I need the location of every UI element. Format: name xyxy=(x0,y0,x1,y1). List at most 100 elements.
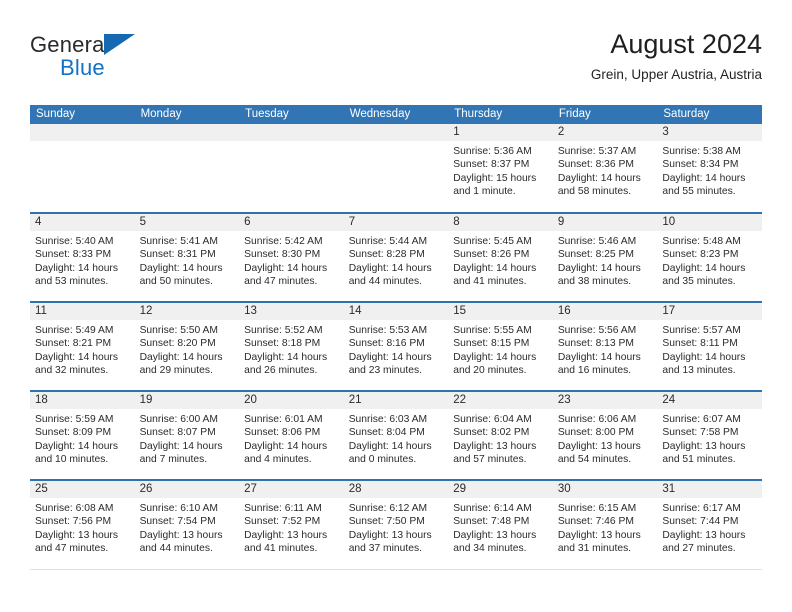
page-header: General Blue August 2024 Grein, Upper Au… xyxy=(30,28,762,92)
daylight-text: Daylight: 14 hours and 32 minutes. xyxy=(35,351,118,377)
calendar-day-cell[interactable]: 14 Sunrise: 5:53 AM Sunset: 8:16 PM Dayligh… xyxy=(343,301,449,391)
day-cell-inner: 22 Sunrise: 6:04 AM Sunset: 8:02 PM Dayligh… xyxy=(448,392,553,479)
day-details: Sunrise: 6:04 AM Sunset: 8:02 PM Daylight:… xyxy=(448,409,553,467)
day-cell-inner: 31 Sunrise: 6:17 AM Sunset: 7:44 PM Dayligh… xyxy=(657,481,762,569)
day-cell-inner: 7 Sunrise: 5:44 AM Sunset: 8:28 PM Daylight… xyxy=(343,214,449,301)
day-cell-inner: 1 Sunrise: 5:36 AM Sunset: 8:37 PM Daylight… xyxy=(448,124,553,212)
calendar-day-cell[interactable]: 2 Sunrise: 5:37 AM Sunset: 8:36 PM Daylight… xyxy=(552,124,658,213)
sunrise-text: Sunrise: 6:01 AM xyxy=(244,414,323,425)
calendar-day-cell-empty xyxy=(239,124,344,213)
day-cell-inner: 28 Sunrise: 6:12 AM Sunset: 7:50 PM Dayligh… xyxy=(343,481,449,569)
sunset-text: Sunset: 8:09 PM xyxy=(35,427,112,439)
day-cell-inner: 16 Sunrise: 5:56 AM Sunset: 8:13 PM Dayligh… xyxy=(552,303,658,390)
calendar-day-cell[interactable]: 5 Sunrise: 5:41 AM Sunset: 8:31 PM Daylight… xyxy=(134,212,240,302)
calendar-day-cell[interactable]: 13 Sunrise: 5:52 AM Sunset: 8:18 PM Dayligh… xyxy=(239,301,344,391)
calendar-day-cell[interactable]: 18 Sunrise: 5:59 AM Sunset: 8:09 PM Dayligh… xyxy=(30,390,135,480)
calendar-day-cell[interactable]: 12 Sunrise: 5:50 AM Sunset: 8:20 PM Dayligh… xyxy=(134,301,240,391)
day-number: 4 xyxy=(30,214,135,231)
page-title: August 2024 xyxy=(610,29,762,59)
triangle-flag-icon xyxy=(104,34,135,55)
daylight-text: Daylight: 14 hours and 47 minutes. xyxy=(244,262,328,288)
sunset-text: Sunset: 8:20 PM xyxy=(139,338,216,350)
sunset-text: Sunset: 7:54 PM xyxy=(139,516,216,528)
day-details: Sunrise: 6:11 AM Sunset: 7:52 PM Daylight:… xyxy=(239,498,344,556)
calendar-day-cell[interactable]: 27 Sunrise: 6:11 AM Sunset: 7:52 PM Dayligh… xyxy=(239,479,344,570)
day-cell-inner xyxy=(30,124,135,212)
calendar-day-cell[interactable]: 16 Sunrise: 5:56 AM Sunset: 8:13 PM Dayligh… xyxy=(552,301,658,391)
calendar-day-cell[interactable]: 1 Sunrise: 5:36 AM Sunset: 8:37 PM Daylight… xyxy=(448,124,553,213)
weekday-header-tuesday: Tuesday xyxy=(239,105,344,124)
calendar-day-cell[interactable]: 20 Sunrise: 6:01 AM Sunset: 8:06 PM Dayligh… xyxy=(239,390,344,480)
day-cell-inner: 6 Sunrise: 5:42 AM Sunset: 8:30 PM Daylight… xyxy=(239,214,344,301)
calendar-day-cell[interactable]: 30 Sunrise: 6:15 AM Sunset: 7:46 PM Dayligh… xyxy=(552,479,658,570)
calendar-day-cell[interactable]: 11 Sunrise: 5:49 AM Sunset: 8:21 PM Dayligh… xyxy=(30,301,135,391)
day-details: Sunrise: 6:14 AM Sunset: 7:48 PM Daylight:… xyxy=(448,498,553,556)
day-number: 11 xyxy=(30,303,135,320)
day-number: 10 xyxy=(657,214,762,231)
calendar-day-cell[interactable]: 21 Sunrise: 6:03 AM Sunset: 8:04 PM Dayligh… xyxy=(343,390,449,480)
day-number: 21 xyxy=(343,392,449,409)
sunset-text: Sunset: 8:06 PM xyxy=(244,427,321,439)
brand-logo[interactable]: General Blue xyxy=(30,32,200,88)
calendar-day-cell[interactable]: 31 Sunrise: 6:17 AM Sunset: 7:44 PM Dayligh… xyxy=(657,479,762,570)
day-number: 23 xyxy=(552,392,658,409)
calendar-day-cell[interactable]: 4 Sunrise: 5:40 AM Sunset: 8:33 PM Daylight… xyxy=(30,212,135,302)
calendar-day-cell[interactable]: 8 Sunrise: 5:45 AM Sunset: 8:26 PM Daylight… xyxy=(448,212,553,302)
calendar-day-cell[interactable]: 7 Sunrise: 5:44 AM Sunset: 8:28 PM Daylight… xyxy=(343,212,449,302)
sunrise-text: Sunrise: 6:15 AM xyxy=(557,503,637,514)
calendar-day-cell[interactable]: 9 Sunrise: 5:46 AM Sunset: 8:25 PM Daylight… xyxy=(552,212,658,302)
day-number: 25 xyxy=(30,481,135,498)
day-number: 30 xyxy=(552,481,658,498)
calendar-day-cell[interactable]: 22 Sunrise: 6:04 AM Sunset: 8:02 PM Dayligh… xyxy=(448,390,553,480)
sunrise-text: Sunrise: 5:38 AM xyxy=(662,146,741,157)
day-cell-inner: 30 Sunrise: 6:15 AM Sunset: 7:46 PM Dayligh… xyxy=(552,481,658,569)
day-cell-inner: 19 Sunrise: 6:00 AM Sunset: 8:07 PM Dayligh… xyxy=(134,392,240,479)
sunrise-text: Sunrise: 5:46 AM xyxy=(557,236,637,247)
calendar-day-cell[interactable]: 26 Sunrise: 6:10 AM Sunset: 7:54 PM Dayligh… xyxy=(134,479,240,570)
day-cell-inner: 4 Sunrise: 5:40 AM Sunset: 8:33 PM Daylight… xyxy=(30,214,135,301)
day-number: 22 xyxy=(448,392,553,409)
day-number: 3 xyxy=(657,124,762,141)
day-cell-inner: 13 Sunrise: 5:52 AM Sunset: 8:18 PM Dayligh… xyxy=(239,303,344,390)
day-details: Sunrise: 5:48 AM Sunset: 8:23 PM Daylight:… xyxy=(657,231,762,289)
sunset-text: Sunset: 8:11 PM xyxy=(662,338,738,350)
calendar-day-cell-empty xyxy=(343,124,449,213)
calendar-day-cell[interactable]: 3 Sunrise: 5:38 AM Sunset: 8:34 PM Daylight… xyxy=(657,124,762,213)
calendar-body: 1 Sunrise: 5:36 AM Sunset: 8:37 PM Daylight… xyxy=(30,124,762,570)
sunset-text: Sunset: 7:44 PM xyxy=(662,516,739,528)
calendar-day-cell[interactable]: 28 Sunrise: 6:12 AM Sunset: 7:50 PM Dayligh… xyxy=(343,479,449,570)
sunset-text: Sunset: 8:13 PM xyxy=(557,338,634,350)
sunrise-text: Sunrise: 5:44 AM xyxy=(348,236,428,247)
calendar-day-cell[interactable]: 24 Sunrise: 6:07 AM Sunset: 7:58 PM Dayligh… xyxy=(657,390,762,480)
daylight-text: Daylight: 14 hours and 41 minutes. xyxy=(453,262,537,288)
calendar-day-cell[interactable]: 17 Sunrise: 5:57 AM Sunset: 8:11 PM Dayligh… xyxy=(657,301,762,391)
calendar-day-cell[interactable]: 19 Sunrise: 6:00 AM Sunset: 8:07 PM Dayligh… xyxy=(134,390,240,480)
calendar-day-cell[interactable]: 25 Sunrise: 6:08 AM Sunset: 7:56 PM Dayligh… xyxy=(30,479,135,570)
day-cell-inner: 18 Sunrise: 5:59 AM Sunset: 8:09 PM Dayligh… xyxy=(30,392,135,479)
day-number: 20 xyxy=(239,392,344,409)
daylight-text: Daylight: 14 hours and 10 minutes. xyxy=(35,440,118,466)
day-number: 9 xyxy=(552,214,658,231)
day-cell-inner: 5 Sunrise: 5:41 AM Sunset: 8:31 PM Daylight… xyxy=(134,214,240,301)
day-cell-inner: 10 Sunrise: 5:48 AM Sunset: 8:23 PM Dayligh… xyxy=(657,214,762,301)
calendar-page: General Blue August 2024 Grein, Upper Au… xyxy=(0,0,792,612)
title-block: August 2024 Grein, Upper Austria, Austri… xyxy=(591,28,762,83)
day-cell-inner: 27 Sunrise: 6:11 AM Sunset: 7:52 PM Dayligh… xyxy=(239,481,344,569)
day-cell-inner: 14 Sunrise: 5:53 AM Sunset: 8:16 PM Dayligh… xyxy=(343,303,449,390)
day-details: Sunrise: 5:57 AM Sunset: 8:11 PM Daylight:… xyxy=(657,320,762,378)
calendar-day-cell[interactable]: 6 Sunrise: 5:42 AM Sunset: 8:30 PM Daylight… xyxy=(239,212,344,302)
day-cell-inner: 25 Sunrise: 6:08 AM Sunset: 7:56 PM Dayligh… xyxy=(30,481,135,569)
calendar-day-cell[interactable]: 15 Sunrise: 5:55 AM Sunset: 8:15 PM Dayligh… xyxy=(448,301,553,391)
calendar-day-cell[interactable]: 10 Sunrise: 5:48 AM Sunset: 8:23 PM Dayligh… xyxy=(657,212,762,302)
day-details: Sunrise: 5:50 AM Sunset: 8:20 PM Daylight:… xyxy=(135,320,240,378)
sunset-text: Sunset: 8:15 PM xyxy=(453,338,530,350)
sunrise-text: Sunrise: 5:42 AM xyxy=(244,236,323,247)
calendar-day-cell[interactable]: 29 Sunrise: 6:14 AM Sunset: 7:48 PM Dayligh… xyxy=(448,479,553,570)
sunrise-text: Sunrise: 5:37 AM xyxy=(557,146,637,157)
calendar-day-cell[interactable]: 23 Sunrise: 6:06 AM Sunset: 8:00 PM Dayligh… xyxy=(552,390,658,480)
daylight-text: Daylight: 14 hours and 53 minutes. xyxy=(35,262,118,288)
sunrise-text: Sunrise: 6:07 AM xyxy=(662,414,741,425)
day-cell-inner: 3 Sunrise: 5:38 AM Sunset: 8:34 PM Daylight… xyxy=(657,124,762,212)
day-cell-inner: 9 Sunrise: 5:46 AM Sunset: 8:25 PM Daylight… xyxy=(552,214,658,301)
day-details: Sunrise: 5:53 AM Sunset: 8:16 PM Daylight:… xyxy=(344,320,449,378)
